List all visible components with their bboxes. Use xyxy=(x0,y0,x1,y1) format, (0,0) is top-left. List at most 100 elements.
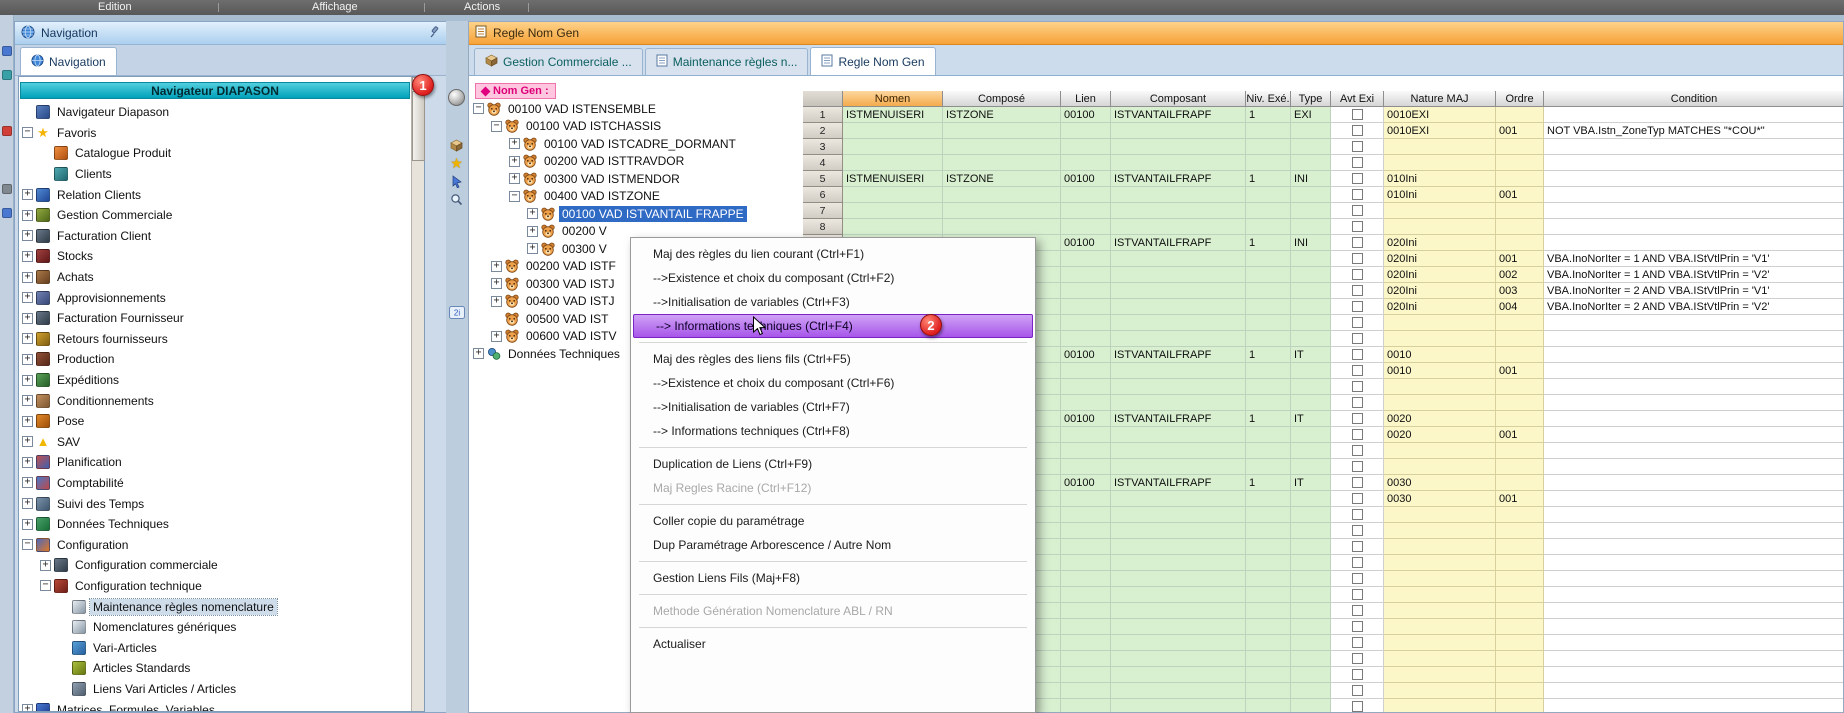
nav-tree-item[interactable]: Vari-Articles xyxy=(20,637,410,658)
cell-type[interactable] xyxy=(1291,283,1331,299)
nav-tree-item[interactable]: +Configuration commerciale xyxy=(20,555,410,576)
cell-composant[interactable] xyxy=(1111,187,1246,203)
plus-expander-icon[interactable]: + xyxy=(527,226,538,237)
cell-condition[interactable] xyxy=(1544,587,1843,603)
avt-exi-checkbox[interactable] xyxy=(1352,333,1363,344)
plus-expander-icon[interactable]: + xyxy=(22,292,33,303)
cell-composant[interactable] xyxy=(1111,667,1246,683)
minus-expander-icon[interactable]: − xyxy=(22,539,33,550)
cell-composant[interactable]: ISTVANTAILFRAPF xyxy=(1111,475,1246,491)
cell-lien[interactable] xyxy=(1061,459,1111,475)
avt-exi-checkbox[interactable] xyxy=(1352,381,1363,392)
avt-exi-checkbox[interactable] xyxy=(1352,589,1363,600)
cell-avt-exi[interactable] xyxy=(1331,427,1384,443)
cell-composant[interactable] xyxy=(1111,427,1246,443)
nav-tree-item[interactable]: Navigateur Diapason xyxy=(20,102,410,123)
cell-type[interactable] xyxy=(1291,651,1331,667)
cell-type[interactable] xyxy=(1291,587,1331,603)
gen-tree-item[interactable]: −00400 VAD ISTZONE xyxy=(471,188,803,206)
context-menu-item-3[interactable]: --> Informations techniques (Ctrl+F4) xyxy=(633,314,1033,338)
cell-lien[interactable]: 00100 xyxy=(1061,347,1111,363)
context-menu-item-14[interactable]: Dup Paramétrage Arborescence / Autre Nom xyxy=(631,533,1035,557)
cell-condition[interactable] xyxy=(1544,507,1843,523)
cell-niv-ex-[interactable] xyxy=(1246,443,1291,459)
nav-tree-item[interactable]: +Données Techniques xyxy=(20,514,410,535)
info-icon[interactable]: 2i xyxy=(447,303,466,322)
nav-tree-item[interactable]: −★Favoris xyxy=(20,123,410,144)
cell-composant[interactable]: ISTVANTAILFRAPF xyxy=(1111,171,1246,187)
nav-tree-item[interactable]: Liens Vari Articles / Articles xyxy=(20,679,410,700)
cell-niv-ex-[interactable] xyxy=(1246,635,1291,651)
regle-nom-gen-titlebar[interactable]: Regle Nom Gen xyxy=(469,22,1843,45)
nav-tree-item[interactable]: +Achats xyxy=(20,267,410,288)
cell-avt-exi[interactable] xyxy=(1331,171,1384,187)
column-header-composant[interactable]: Composant xyxy=(1111,91,1246,107)
cell-type[interactable] xyxy=(1291,699,1331,712)
tab-gestion-commerciale-[interactable]: Gestion Commerciale ... xyxy=(474,48,643,75)
cell-composant[interactable] xyxy=(1111,571,1246,587)
cell-lien[interactable] xyxy=(1061,699,1111,712)
cell-type[interactable] xyxy=(1291,459,1331,475)
avt-exi-checkbox[interactable] xyxy=(1352,349,1363,360)
cell-type[interactable] xyxy=(1291,251,1331,267)
cell-condition[interactable] xyxy=(1544,491,1843,507)
cell-niv-ex-[interactable] xyxy=(1246,571,1291,587)
cell-niv-ex-[interactable]: 1 xyxy=(1246,107,1291,123)
cell-ordre[interactable] xyxy=(1496,635,1544,651)
cell-niv-ex-[interactable] xyxy=(1246,683,1291,699)
gen-tree-item[interactable]: +00100 VAD ISTVANTAIL FRAPPE xyxy=(471,205,803,223)
cell-nature-maj[interactable]: 0020 xyxy=(1384,427,1496,443)
minus-expander-icon[interactable]: − xyxy=(22,127,33,138)
context-menu-item-16[interactable]: Gestion Liens Fils (Maj+F8) xyxy=(631,566,1035,590)
cell-composant[interactable] xyxy=(1111,155,1246,171)
cell-nature-maj[interactable] xyxy=(1384,459,1496,475)
cell-type[interactable] xyxy=(1291,299,1331,315)
cell-type[interactable] xyxy=(1291,523,1331,539)
plus-expander-icon[interactable]: + xyxy=(22,477,33,488)
plus-expander-icon[interactable]: + xyxy=(22,313,33,324)
cell-ordre[interactable] xyxy=(1496,155,1544,171)
cell-nature-maj[interactable] xyxy=(1384,219,1496,235)
cell-nature-maj[interactable] xyxy=(1384,139,1496,155)
cell-ordre[interactable] xyxy=(1496,411,1544,427)
context-menu-item-13[interactable]: Coller copie du paramétrage xyxy=(631,509,1035,533)
cell-type[interactable] xyxy=(1291,379,1331,395)
cell-type[interactable] xyxy=(1291,331,1331,347)
cell-ordre[interactable] xyxy=(1496,107,1544,123)
cell-condition[interactable] xyxy=(1544,331,1843,347)
gen-tree-item[interactable]: +00300 VAD ISTMENDOR xyxy=(471,170,803,188)
cell-condition[interactable] xyxy=(1544,203,1843,219)
nav-tree-item[interactable]: +Expéditions xyxy=(20,370,410,391)
cell-nomen[interactable] xyxy=(843,155,943,171)
cell-lien[interactable] xyxy=(1061,427,1111,443)
context-menu-item-6[interactable]: -->Existence et choix du composant (Ctrl… xyxy=(631,371,1035,395)
cell-composant[interactable] xyxy=(1111,363,1246,379)
cell-composant[interactable] xyxy=(1111,683,1246,699)
cell-nature-maj[interactable] xyxy=(1384,603,1496,619)
cell-composant[interactable] xyxy=(1111,459,1246,475)
plus-expander-icon[interactable]: + xyxy=(22,416,33,427)
cell-type[interactable] xyxy=(1291,187,1331,203)
cell-lien[interactable] xyxy=(1061,587,1111,603)
cell-condition[interactable] xyxy=(1544,171,1843,187)
row-number[interactable]: 2 xyxy=(803,123,843,139)
nav-tree-item[interactable]: −Configuration xyxy=(20,534,410,555)
cell-compos-[interactable] xyxy=(943,139,1061,155)
pointer-icon[interactable] xyxy=(447,172,466,191)
nav-tree-item[interactable]: +Facturation Client xyxy=(20,226,410,247)
cell-ordre[interactable] xyxy=(1496,315,1544,331)
cell-condition[interactable]: VBA.InoNorIter = 1 AND VBA.IStVtlPrin = … xyxy=(1544,267,1843,283)
cell-type[interactable] xyxy=(1291,139,1331,155)
cell-niv-ex-[interactable] xyxy=(1246,203,1291,219)
cell-type[interactable] xyxy=(1291,267,1331,283)
cell-ordre[interactable] xyxy=(1496,555,1544,571)
cell-nature-maj[interactable] xyxy=(1384,667,1496,683)
cell-niv-ex-[interactable] xyxy=(1246,283,1291,299)
cell-nature-maj[interactable] xyxy=(1384,635,1496,651)
cell-niv-ex-[interactable]: 1 xyxy=(1246,411,1291,427)
cell-compos-[interactable]: ISTZONE xyxy=(943,171,1061,187)
plus-expander-icon[interactable]: + xyxy=(22,189,33,200)
link-icon[interactable] xyxy=(2,70,12,80)
cell-nomen[interactable] xyxy=(843,203,943,219)
avt-exi-checkbox[interactable] xyxy=(1352,157,1363,168)
